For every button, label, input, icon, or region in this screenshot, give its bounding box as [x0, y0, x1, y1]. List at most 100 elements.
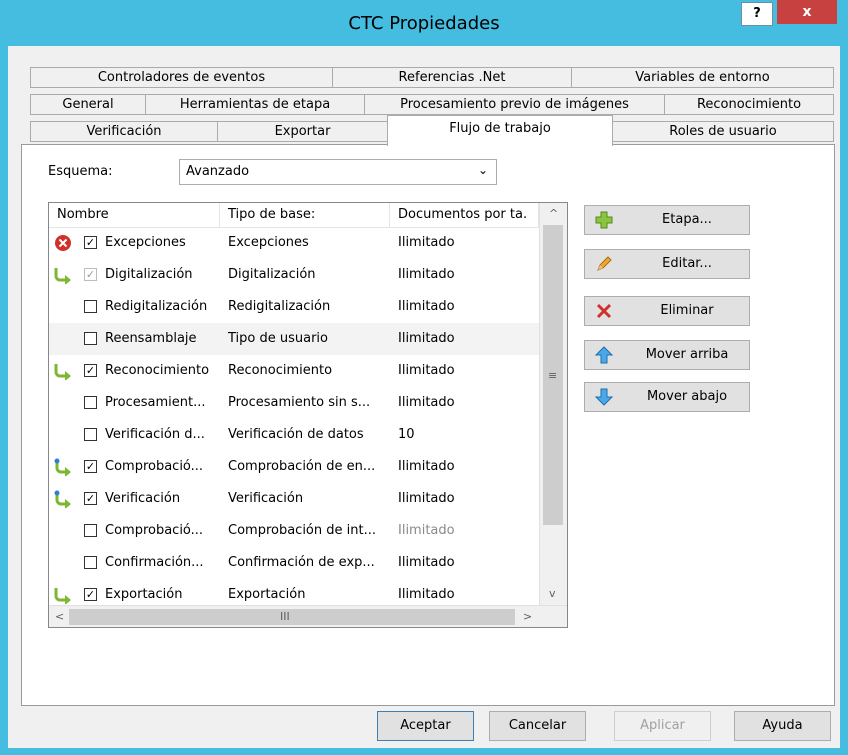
- cell-name: Excepciones: [105, 235, 186, 250]
- help-button[interactable]: Ayuda: [734, 711, 831, 741]
- arrow-right-icon: [54, 268, 71, 284]
- tab-procesamiento-imagenes[interactable]: Procesamiento previo de imágenes: [364, 94, 665, 115]
- table-row[interactable]: ✓ Reconocimiento Reconocimiento Ilimitado: [49, 355, 539, 387]
- move-up-label: Mover arriba: [645, 347, 729, 362]
- column-header-nombre[interactable]: Nombre: [49, 203, 220, 227]
- scroll-up-icon[interactable]: ^: [549, 207, 558, 220]
- stage-enabled-checkbox[interactable]: [84, 556, 97, 569]
- cell-docs: 10: [398, 427, 415, 442]
- stage-enabled-checkbox[interactable]: ✓: [84, 588, 97, 601]
- stage-enabled-checkbox[interactable]: ✓: [84, 492, 97, 505]
- schema-select[interactable]: Avanzado ⌄: [179, 159, 497, 185]
- scroll-left-icon[interactable]: <: [55, 610, 64, 623]
- cell-name: Redigitalización: [105, 299, 208, 314]
- table-row[interactable]: Procesamient... Procesamiento sin s... Ili…: [49, 387, 539, 419]
- table-row[interactable]: Reensamblaje Tipo de usuario Ilimitado: [49, 323, 539, 355]
- scroll-down-icon[interactable]: v: [549, 587, 556, 600]
- horizontal-scrollbar[interactable]: < III >: [49, 605, 567, 627]
- add-stage-button[interactable]: Etapa...: [584, 205, 750, 235]
- delete-stage-button[interactable]: Eliminar: [584, 296, 750, 326]
- apply-button[interactable]: Aplicar: [614, 711, 711, 741]
- ok-button[interactable]: Aceptar: [377, 711, 474, 741]
- table-row[interactable]: Redigitalización Redigitalización Ilimitad…: [49, 291, 539, 323]
- stages-list[interactable]: Nombre Tipo de base: Documentos por ta. …: [48, 202, 568, 628]
- tab-exportar[interactable]: Exportar: [217, 121, 388, 142]
- tab-variables-entorno[interactable]: Variables de entorno: [571, 67, 834, 88]
- tab-reconocimiento[interactable]: Reconocimiento: [664, 94, 834, 115]
- close-button[interactable]: x: [777, 0, 837, 24]
- cell-type: Verificación de datos: [228, 427, 364, 442]
- tab-flujo-de-trabajo[interactable]: Flujo de trabajo: [387, 115, 613, 146]
- stage-enabled-checkbox[interactable]: [84, 396, 97, 409]
- delete-stage-label: Eliminar: [660, 303, 714, 318]
- vertical-scrollbar[interactable]: ^ ≡ v: [539, 203, 567, 605]
- stage-enabled-checkbox[interactable]: [84, 428, 97, 441]
- tab-herramientas-etapa[interactable]: Herramientas de etapa: [145, 94, 365, 115]
- tab-controladores-eventos[interactable]: Controladores de eventos: [30, 67, 333, 88]
- cell-docs: Ilimitado: [398, 491, 455, 506]
- edit-stage-button[interactable]: Editar...: [584, 249, 750, 279]
- tab-verificacion[interactable]: Verificación: [30, 121, 218, 142]
- cell-docs: Ilimitado: [398, 459, 455, 474]
- scroll-grip-icon: ≡: [548, 369, 558, 382]
- stage-enabled-checkbox[interactable]: [84, 332, 97, 345]
- horizontal-scroll-thumb[interactable]: [69, 609, 515, 625]
- add-icon: [595, 211, 613, 229]
- table-row[interactable]: Confirmación... Confirmación de exp... Ili…: [49, 547, 539, 579]
- arrow-right-icon: [54, 588, 71, 604]
- window-title: CTC Propiedades: [348, 13, 500, 34]
- stage-enabled-checkbox[interactable]: ✓: [84, 460, 97, 473]
- list-header: Nombre Tipo de base: Documentos por ta.: [49, 203, 539, 228]
- move-down-button[interactable]: Mover abajo: [584, 382, 750, 412]
- arrow-up-icon: [595, 346, 613, 364]
- move-up-button[interactable]: Mover arriba: [584, 340, 750, 370]
- tab-general[interactable]: General: [30, 94, 146, 115]
- cancel-button[interactable]: Cancelar: [489, 711, 586, 741]
- scroll-hgrip-icon: III: [280, 610, 290, 623]
- stage-enabled-checkbox[interactable]: ✓: [84, 364, 97, 377]
- table-row[interactable]: ✓ Digitalización Digitalización Ilimitado: [49, 259, 539, 291]
- cell-name: Procesamient...: [105, 395, 206, 410]
- cell-name: Digitalización: [105, 267, 193, 282]
- arrow-right-icon: [54, 364, 71, 380]
- cell-name: Verificación: [105, 491, 181, 506]
- cell-docs: Ilimitado: [398, 555, 455, 570]
- table-row[interactable]: Comprobació... Comprobación de int... Ilim…: [49, 515, 539, 547]
- stage-enabled-checkbox[interactable]: ✓: [84, 268, 97, 281]
- schema-label: Esquema:: [48, 164, 113, 179]
- stage-enabled-checkbox[interactable]: [84, 300, 97, 313]
- cell-type: Comprobación de int...: [228, 523, 376, 538]
- add-stage-label: Etapa...: [662, 212, 712, 227]
- cell-name: Reconocimiento: [105, 363, 210, 378]
- table-row[interactable]: Verificación d... Verificación de datos 10: [49, 419, 539, 451]
- stage-enabled-checkbox[interactable]: ✓: [84, 236, 97, 249]
- cell-type: Tipo de usuario: [228, 331, 329, 346]
- delete-icon: [596, 303, 612, 319]
- table-row[interactable]: ✓ Verificación Verificación Ilimitado: [49, 483, 539, 515]
- cell-docs: Ilimitado: [398, 523, 455, 538]
- stage-enabled-checkbox[interactable]: [84, 524, 97, 537]
- help-title-button[interactable]: ?: [741, 2, 773, 26]
- cell-name: Verificación d...: [105, 427, 205, 442]
- cell-type: Excepciones: [228, 235, 309, 250]
- schema-value: Avanzado: [186, 164, 250, 179]
- cell-docs: Ilimitado: [398, 395, 455, 410]
- cell-docs: Ilimitado: [398, 267, 455, 282]
- cell-docs: Ilimitado: [398, 363, 455, 378]
- cell-type: Comprobación de en...: [228, 459, 376, 474]
- cell-type: Reconocimiento: [228, 363, 333, 378]
- cell-type: Confirmación de exp...: [228, 555, 375, 570]
- chevron-down-icon: ⌄: [477, 163, 488, 177]
- cell-name: Confirmación...: [105, 555, 204, 570]
- tab-roles-usuario[interactable]: Roles de usuario: [612, 121, 834, 142]
- cell-docs: Ilimitado: [398, 235, 455, 250]
- column-header-documentos[interactable]: Documentos por ta.: [390, 203, 539, 227]
- column-header-tipo-base[interactable]: Tipo de base:: [220, 203, 390, 227]
- scroll-right-icon[interactable]: >: [523, 610, 532, 623]
- cell-docs: Ilimitado: [398, 331, 455, 346]
- cell-type: Verificación: [228, 491, 304, 506]
- table-row[interactable]: ✓ Excepciones Excepciones Ilimitado: [49, 227, 539, 259]
- move-down-label: Mover abajo: [646, 389, 728, 404]
- tab-referencias-net[interactable]: Referencias .Net: [332, 67, 572, 88]
- table-row[interactable]: ✓ Comprobació... Comprobación de en... Ilim…: [49, 451, 539, 483]
